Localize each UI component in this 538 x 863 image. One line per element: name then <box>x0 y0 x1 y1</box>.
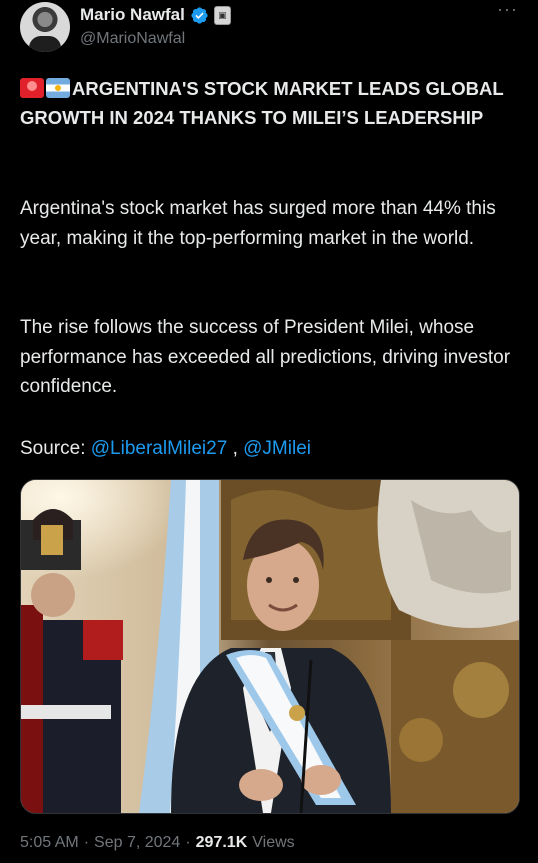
tweet-source-line: Source: @LiberalMilei27 , @JMilei <box>20 434 520 464</box>
source-label: Source: <box>20 438 86 459</box>
headline-text: ARGENTINA'S STOCK MARKET LEADS GLOBAL GR… <box>20 78 504 128</box>
meta-dot-2: · <box>185 834 191 851</box>
author-handle[interactable]: @MarioNawfal <box>80 30 185 48</box>
organization-badge-icon[interactable]: ▣ <box>213 5 231 25</box>
tweet: Mario Nawfal ▣ @MarioNawfal ··· ARGENTIN… <box>0 0 538 863</box>
author-name-row: Mario Nawfal ▣ <box>80 5 231 25</box>
meta-dot: · <box>83 834 90 851</box>
tweet-time[interactable]: 5:05 AM <box>20 834 79 852</box>
tweet-date[interactable]: Sep 7, 2024 <box>94 834 180 852</box>
argentina-flag-emoji-icon <box>46 78 70 98</box>
tweet-paragraph-2: The rise follows the success of Presiden… <box>20 317 511 397</box>
author-name[interactable]: Mario Nawfal <box>80 5 185 25</box>
views-count[interactable]: 297.1K <box>196 834 248 852</box>
tweet-paragraph-1: Argentina's stock market has surged more… <box>20 198 496 249</box>
siren-emoji-icon <box>20 78 44 98</box>
verified-badge-icon <box>191 6 208 24</box>
author-avatar[interactable] <box>20 2 70 52</box>
more-options-icon[interactable]: ··· <box>497 0 518 18</box>
tweet-headline: ARGENTINA'S STOCK MARKET LEADS GLOBAL GR… <box>20 74 520 132</box>
views-label: Views <box>252 834 295 851</box>
tweet-meta: 5:05 AM · Sep 7, 2024 · 297.1K Views <box>20 834 295 852</box>
mention-link-liberalmilei27[interactable]: @LiberalMilei27 <box>91 438 228 459</box>
mention-separator: , <box>232 438 238 459</box>
tweet-photo[interactable] <box>20 479 520 814</box>
mention-link-jmilei[interactable]: @JMilei <box>243 438 311 459</box>
photo-illustration <box>21 480 519 813</box>
